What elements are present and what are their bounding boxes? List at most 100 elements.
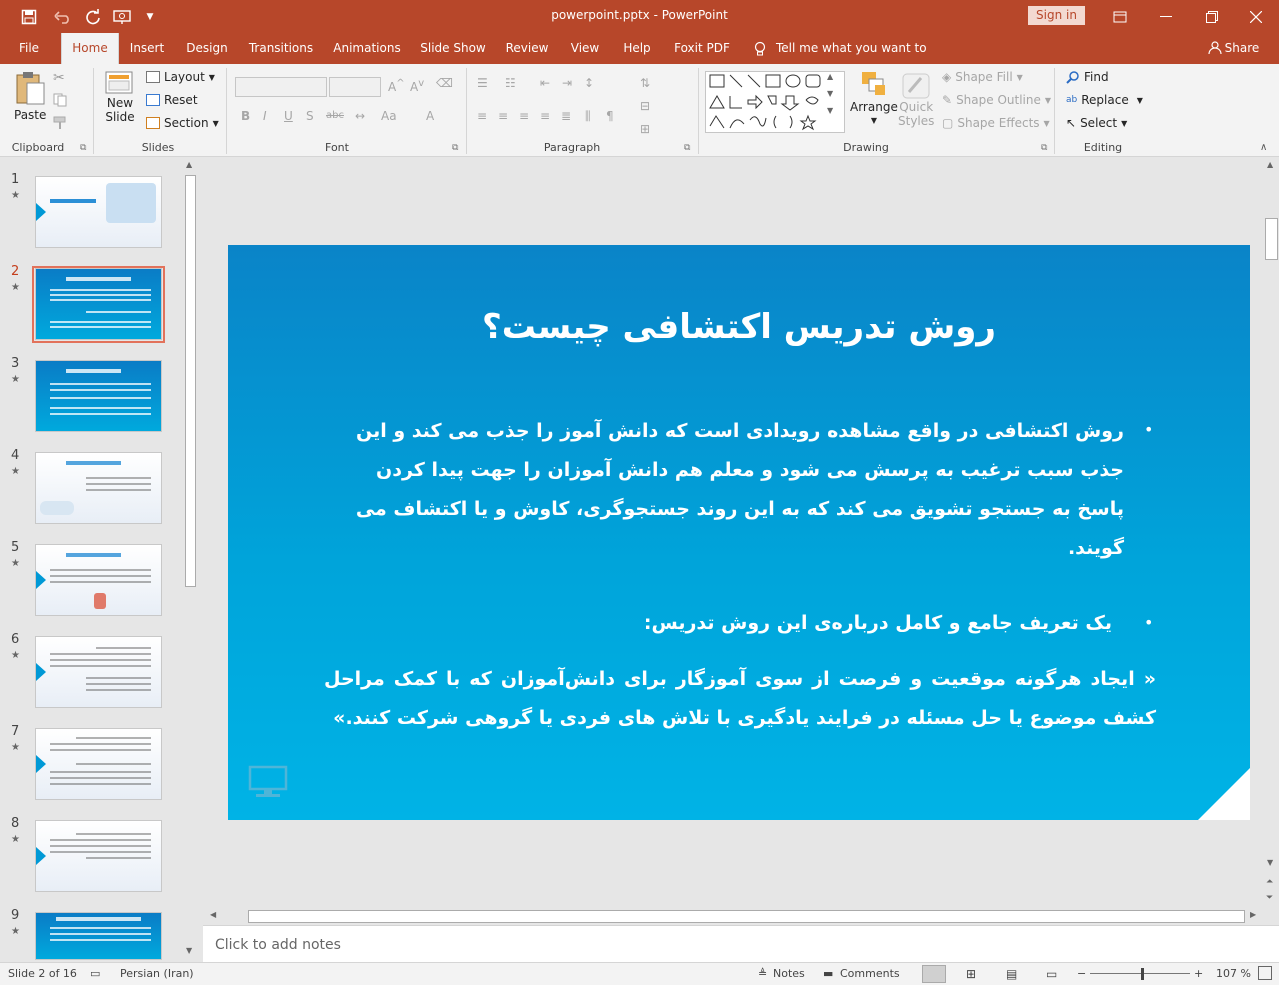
- zoom-out-icon[interactable]: −: [1077, 967, 1086, 980]
- close-icon[interactable]: [1233, 0, 1279, 33]
- tab-review[interactable]: Review: [501, 33, 553, 64]
- slide-thumbnail-4[interactable]: [35, 452, 162, 524]
- sign-in-button[interactable]: Sign in: [1028, 6, 1085, 25]
- notes-placeholder[interactable]: Click to add notes: [215, 937, 341, 953]
- increase-font-size-icon[interactable]: A^: [388, 78, 405, 94]
- distributed-icon[interactable]: ≣: [561, 109, 571, 123]
- numbering-icon[interactable]: ☷: [505, 76, 516, 90]
- slide-paragraph-3[interactable]: « ایجاد هرگونه موقعیت و فرصت از سوی آموز…: [324, 660, 1156, 738]
- collapse-ribbon-icon[interactable]: ∧: [1260, 142, 1267, 153]
- increase-indent-icon[interactable]: ⇥: [562, 76, 572, 90]
- decrease-indent-icon[interactable]: ⇤: [540, 76, 550, 90]
- tab-file[interactable]: File: [8, 33, 50, 64]
- clear-formatting-icon[interactable]: ⌫: [436, 76, 453, 90]
- current-slide[interactable]: روش تدریس اکتشافی چیست؟ • روش اکتشافی در…: [228, 245, 1250, 820]
- paragraph-launcher-icon[interactable]: ⧉: [684, 143, 690, 153]
- tab-view[interactable]: View: [565, 33, 605, 64]
- fit-slide-icon[interactable]: [1258, 966, 1272, 980]
- replace-button[interactable]: ab Replace ▼: [1066, 93, 1143, 107]
- scroll-up-icon[interactable]: ▲: [186, 160, 192, 169]
- notes-toggle-icon[interactable]: ≜: [758, 967, 767, 980]
- tab-home[interactable]: Home: [61, 33, 119, 64]
- find-button[interactable]: Find: [1066, 70, 1109, 84]
- slide-thumbnail-6[interactable]: [35, 636, 162, 708]
- bullets-icon[interactable]: ☰: [477, 76, 488, 90]
- tab-help[interactable]: Help: [617, 33, 657, 64]
- ribbon-display-options-icon[interactable]: [1097, 0, 1143, 33]
- next-slide-icon[interactable]: ⏷: [1266, 893, 1273, 903]
- tab-insert[interactable]: Insert: [124, 33, 170, 64]
- reset-button[interactable]: Reset: [146, 93, 198, 107]
- shapes-gallery[interactable]: [705, 71, 845, 133]
- slide-thumbnail-8[interactable]: [35, 820, 162, 892]
- align-left-icon[interactable]: ≡: [477, 109, 487, 123]
- character-spacing-icon[interactable]: ↔: [355, 109, 365, 123]
- paste-button[interactable]: Paste: [14, 70, 46, 122]
- underline-icon[interactable]: U: [284, 109, 293, 123]
- slide-title[interactable]: روش تدریس اکتشافی چیست؟: [228, 307, 1250, 347]
- arrange-button[interactable]: Arrange ▼: [850, 70, 898, 125]
- change-case-icon[interactable]: Aa: [381, 109, 397, 123]
- select-button[interactable]: ↖ Select ▼: [1066, 116, 1127, 130]
- previous-slide-icon[interactable]: ⏶: [1266, 877, 1273, 887]
- font-size-combo[interactable]: [329, 77, 381, 97]
- tab-transitions[interactable]: Transitions: [245, 33, 317, 64]
- scroll-right-icon[interactable]: ▶: [1250, 910, 1256, 919]
- restore-icon[interactable]: [1189, 0, 1235, 33]
- italic-icon[interactable]: I: [263, 109, 267, 123]
- slide-vertical-scrollbar[interactable]: [1264, 158, 1279, 908]
- ltr-icon[interactable]: ¶: [606, 109, 614, 123]
- align-right-icon[interactable]: ≡: [519, 109, 529, 123]
- slide-thumbnail-1[interactable]: [35, 176, 162, 248]
- reading-view-icon[interactable]: ▤: [1006, 967, 1017, 981]
- zoom-level[interactable]: 107 %: [1216, 967, 1251, 980]
- section-button[interactable]: Section ▼: [146, 116, 219, 130]
- font-launcher-icon[interactable]: ⧉: [452, 143, 458, 153]
- shape-outline-button[interactable]: ✎ Shape Outline ▼: [942, 93, 1051, 107]
- copy-icon[interactable]: [53, 93, 69, 107]
- scroll-up-icon[interactable]: ▲: [1267, 160, 1273, 169]
- bold-icon[interactable]: B: [241, 109, 250, 123]
- justify-icon[interactable]: ≡: [540, 109, 550, 123]
- quick-styles-button[interactable]: Quick Styles: [898, 72, 934, 128]
- shapes-more-icon[interactable]: ▲ ▼ ▼: [827, 72, 833, 115]
- comments-icon[interactable]: ▬: [823, 967, 833, 980]
- slideshow-view-icon[interactable]: ▭: [1046, 967, 1057, 981]
- convert-smartart-icon[interactable]: ⊞: [640, 122, 650, 136]
- zoom-in-icon[interactable]: +: [1194, 967, 1203, 980]
- slide-thumbnail-3[interactable]: [35, 360, 162, 432]
- new-slide-button[interactable]: New Slide: [104, 70, 136, 124]
- minimize-icon[interactable]: [1143, 0, 1189, 33]
- decrease-font-size-icon[interactable]: Av: [410, 78, 424, 94]
- tell-me-box[interactable]: Tell me what you want to do: [776, 33, 940, 86]
- horizontal-scrollbar-thumb[interactable]: [248, 910, 1245, 923]
- format-painter-icon[interactable]: [53, 116, 69, 130]
- thumbnails-scrollbar-thumb[interactable]: [185, 175, 196, 587]
- scroll-down-icon[interactable]: ▼: [186, 946, 192, 955]
- zoom-slider-thumb[interactable]: [1141, 968, 1144, 980]
- slide-thumbnail-9[interactable]: [35, 912, 162, 960]
- spelling-check-icon[interactable]: ▭: [90, 967, 100, 980]
- normal-view-icon[interactable]: [922, 965, 946, 983]
- shape-fill-button[interactable]: ◈ Shape Fill ▼: [942, 70, 1023, 84]
- share-button[interactable]: Share: [1224, 33, 1260, 64]
- notes-pane[interactable]: Click to add notes: [203, 925, 1279, 962]
- shadow-icon[interactable]: S: [306, 109, 314, 123]
- strikethrough-icon[interactable]: abc: [326, 110, 344, 121]
- notes-toggle-button[interactable]: Notes: [773, 967, 805, 980]
- layout-button[interactable]: Layout ▼: [146, 70, 215, 84]
- font-color-icon[interactable]: A: [426, 109, 434, 123]
- shape-effects-button[interactable]: ▢ Shape Effects ▼: [942, 116, 1050, 130]
- font-name-combo[interactable]: [235, 77, 327, 97]
- zoom-slider[interactable]: [1090, 973, 1190, 974]
- share-person-icon[interactable]: [1205, 33, 1225, 64]
- comments-button[interactable]: Comments: [840, 967, 900, 980]
- slide-paragraph-1[interactable]: روش اکتشافی در واقع مشاهده رویدادی است ک…: [324, 412, 1124, 568]
- tab-design[interactable]: Design: [181, 33, 233, 64]
- language-indicator[interactable]: Persian (Iran): [120, 967, 194, 980]
- tab-slide-show[interactable]: Slide Show: [417, 33, 489, 64]
- slide-thumbnail-2[interactable]: [35, 268, 162, 340]
- align-text-icon[interactable]: ⊟: [640, 99, 650, 113]
- align-center-icon[interactable]: ≡: [498, 109, 508, 123]
- slide-paragraph-2[interactable]: یک تعریف جامع و کامل درباره‌ی این روش تد…: [324, 604, 1112, 643]
